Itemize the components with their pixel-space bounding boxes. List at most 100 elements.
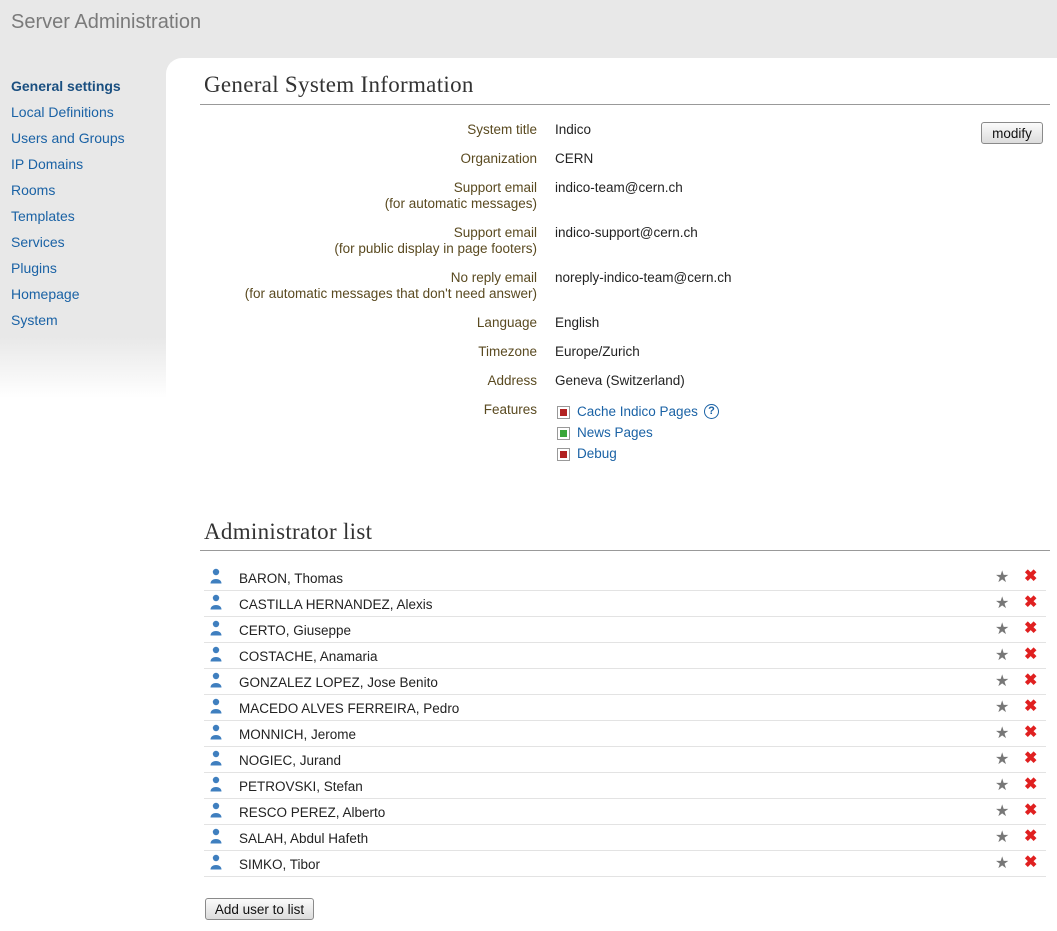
- user-icon: [210, 594, 222, 610]
- admin-row: RESCO PEREZ, Alberto ★ ✖: [204, 799, 1046, 825]
- remove-icon[interactable]: ✖: [1024, 722, 1037, 742]
- admin-name: SALAH, Abdul Hafeth: [239, 831, 369, 846]
- info-value: Europe/Zurich: [555, 344, 640, 359]
- info-label-note: (for public display in page footers): [334, 241, 537, 256]
- remove-icon[interactable]: ✖: [1024, 644, 1037, 664]
- feature-disabled-icon[interactable]: [557, 406, 570, 419]
- info-value: indico-team@cern.ch: [555, 180, 683, 195]
- star-icon[interactable]: ★: [995, 853, 1009, 873]
- sidebar-item-system[interactable]: System: [11, 312, 125, 338]
- admin-row: GONZALEZ LOPEZ, Jose Benito ★ ✖: [204, 669, 1046, 695]
- feature-disabled-icon[interactable]: [557, 448, 570, 461]
- info-label: No reply email (for automatic messages th…: [245, 270, 537, 302]
- sidebar-item-services[interactable]: Services: [11, 234, 125, 260]
- user-icon: [210, 672, 222, 688]
- info-label: Language: [477, 315, 537, 331]
- user-icon: [210, 568, 222, 584]
- feature-link[interactable]: News Pages: [577, 425, 653, 441]
- info-value: indico-support@cern.ch: [555, 225, 698, 240]
- remove-icon[interactable]: ✖: [1024, 670, 1037, 690]
- info-label-main: Support email: [453, 225, 537, 240]
- star-icon[interactable]: ★: [995, 775, 1009, 795]
- info-label-main: Language: [476, 315, 537, 330]
- feature-status-fill: [560, 409, 567, 416]
- sidebar-item-users-and-groups[interactable]: Users and Groups: [11, 130, 125, 156]
- info-label-note: (for automatic messages): [384, 196, 537, 211]
- remove-icon[interactable]: ✖: [1024, 800, 1037, 820]
- add-user-button[interactable]: Add user to list: [205, 898, 314, 920]
- main-content: General System Information modify System…: [166, 58, 1057, 931]
- user-icon: [210, 854, 222, 870]
- info-value: Indico: [555, 122, 592, 137]
- star-icon[interactable]: ★: [995, 749, 1009, 769]
- feature-link[interactable]: Debug: [577, 446, 617, 462]
- modify-button[interactable]: modify: [981, 122, 1043, 144]
- info-label-main: Timezone: [478, 344, 537, 359]
- info-label: Support email (for automatic messages): [385, 180, 537, 212]
- remove-icon[interactable]: ✖: [1024, 592, 1037, 612]
- star-icon[interactable]: ★: [995, 697, 1009, 717]
- general-section-title: General System Information: [204, 72, 474, 97]
- remove-icon[interactable]: ✖: [1024, 696, 1037, 716]
- admin-row: SIMKO, Tibor ★ ✖: [204, 851, 1046, 877]
- remove-icon[interactable]: ✖: [1024, 566, 1037, 586]
- sidebar-item-plugins[interactable]: Plugins: [11, 260, 125, 286]
- info-value: CERN: [555, 151, 594, 166]
- info-label: System title: [467, 122, 537, 138]
- user-icon: [210, 750, 222, 766]
- admin-name: MONNICH, Jerome: [239, 727, 357, 742]
- sidebar-nav: General settings Local Definitions Users a…: [11, 78, 125, 338]
- star-icon[interactable]: ★: [995, 567, 1009, 587]
- admin-row: PETROVSKI, Stefan ★ ✖: [204, 773, 1046, 799]
- help-icon[interactable]: ?: [704, 404, 719, 419]
- star-icon[interactable]: ★: [995, 593, 1009, 613]
- star-icon[interactable]: ★: [995, 645, 1009, 665]
- user-icon: [210, 698, 222, 714]
- remove-icon[interactable]: ✖: [1024, 826, 1037, 846]
- admin-row: NOGIEC, Jurand ★ ✖: [204, 747, 1046, 773]
- info-label-main: Organization: [460, 151, 537, 166]
- feature-link[interactable]: Cache Indico Pages: [577, 404, 698, 420]
- sidebar-footer-area: [0, 398, 166, 931]
- info-label-main: No reply email: [450, 270, 537, 285]
- user-icon: [210, 646, 222, 662]
- sidebar-item-local-definitions[interactable]: Local Definitions: [11, 104, 125, 130]
- admin-name: CASTILLA HERNANDEZ, Alexis: [239, 597, 433, 612]
- user-icon: [210, 724, 222, 740]
- admin-name: MACEDO ALVES FERREIRA, Pedro: [239, 701, 460, 716]
- star-icon[interactable]: ★: [995, 619, 1009, 639]
- remove-icon[interactable]: ✖: [1024, 618, 1037, 638]
- info-label: Address: [487, 373, 537, 389]
- star-icon[interactable]: ★: [995, 827, 1009, 847]
- admin-row: CERTO, Giuseppe ★ ✖: [204, 617, 1046, 643]
- sidebar-item-rooms[interactable]: Rooms: [11, 182, 125, 208]
- sidebar-item-homepage[interactable]: Homepage: [11, 286, 125, 312]
- admin-list: BARON, Thomas ★ ✖ CASTILLA HERNANDEZ, Alexi…: [204, 565, 1046, 877]
- remove-icon[interactable]: ✖: [1024, 852, 1037, 872]
- remove-icon[interactable]: ✖: [1024, 774, 1037, 794]
- feature-enabled-icon[interactable]: [557, 427, 570, 440]
- info-value: noreply-indico-team@cern.ch: [555, 270, 732, 285]
- info-label-note: (for automatic messages that don't need …: [244, 286, 537, 301]
- admin-row: MONNICH, Jerome ★ ✖: [204, 721, 1046, 747]
- sidebar-item-ip-domains[interactable]: IP Domains: [11, 156, 125, 182]
- sidebar-item-templates[interactable]: Templates: [11, 208, 125, 234]
- admin-row: CASTILLA HERNANDEZ, Alexis ★ ✖: [204, 591, 1046, 617]
- user-icon: [210, 776, 222, 792]
- user-icon: [210, 802, 222, 818]
- info-label-main: System title: [467, 122, 537, 137]
- admin-name: COSTACHE, Anamaria: [239, 649, 378, 664]
- user-icon: [210, 620, 222, 636]
- star-icon[interactable]: ★: [995, 723, 1009, 743]
- info-label: Organization: [460, 151, 537, 167]
- star-icon[interactable]: ★: [995, 671, 1009, 691]
- user-icon: [210, 828, 222, 844]
- admin-row: SALAH, Abdul Hafeth ★ ✖: [204, 825, 1046, 851]
- sidebar-item-general-settings[interactable]: General settings: [11, 78, 125, 104]
- star-icon[interactable]: ★: [995, 801, 1009, 821]
- feature-status-fill: [560, 451, 567, 458]
- section-divider: [200, 550, 1050, 551]
- admin-name: NOGIEC, Jurand: [239, 753, 342, 768]
- remove-icon[interactable]: ✖: [1024, 748, 1037, 768]
- info-label: Features: [483, 402, 537, 417]
